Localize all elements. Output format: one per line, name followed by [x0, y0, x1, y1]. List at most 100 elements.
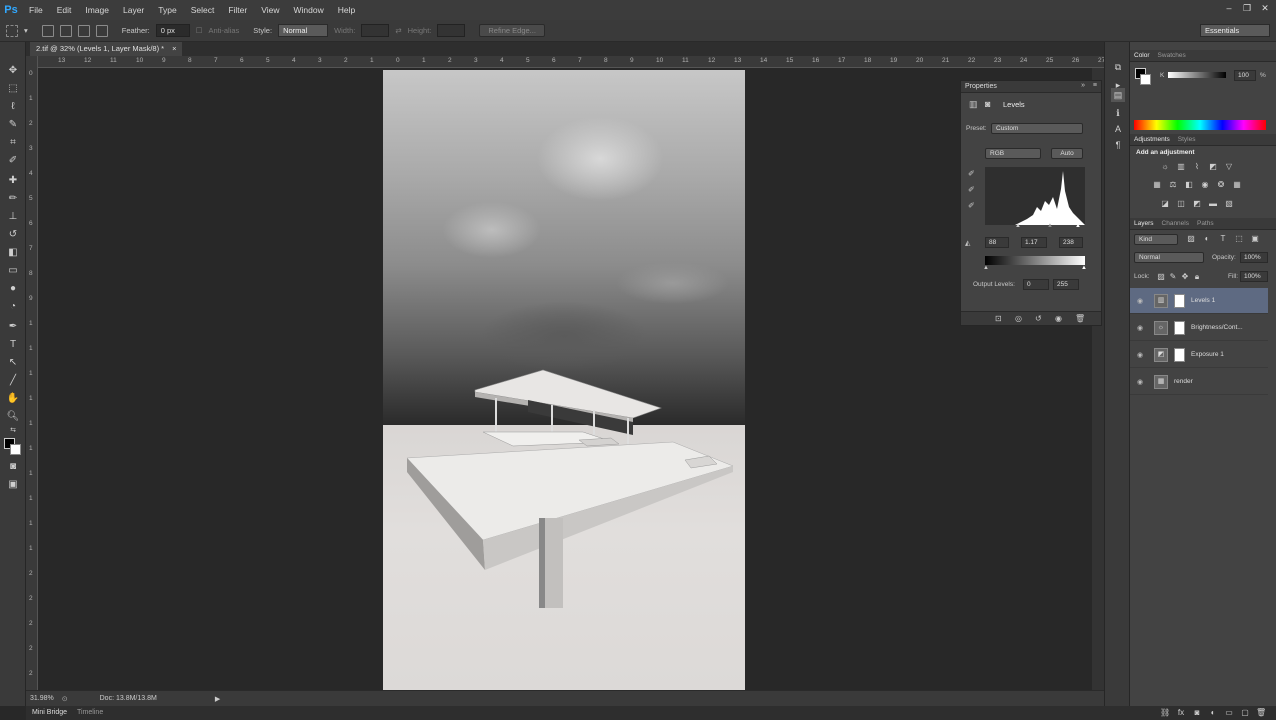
- lock-all-icon[interactable]: 🔒︎: [1192, 272, 1202, 282]
- tab-mini-bridge[interactable]: Mini Bridge: [32, 706, 67, 720]
- color-lookup-adj-icon[interactable]: ▦: [1232, 180, 1242, 190]
- info-panel-icon[interactable]: ℹ: [1111, 106, 1125, 120]
- height-input[interactable]: [437, 24, 466, 37]
- intersect-selection-icon[interactable]: [95, 24, 108, 37]
- reset-icon[interactable]: ↺: [1035, 314, 1042, 323]
- input-black-field[interactable]: 88: [985, 237, 1009, 248]
- layer-mask-thumb[interactable]: [1174, 293, 1185, 308]
- filter-type-icon[interactable]: T: [1218, 234, 1228, 244]
- new-selection-icon[interactable]: [41, 24, 54, 37]
- filter-smart-icon[interactable]: ▣: [1250, 234, 1260, 244]
- tab-timeline[interactable]: Timeline: [77, 706, 103, 720]
- eraser-tool-icon[interactable]: ◧: [5, 246, 21, 260]
- link-layers-icon[interactable]: ⛓: [1160, 708, 1170, 718]
- dodge-tool-icon[interactable]: ◔: [5, 300, 21, 314]
- clipping-icon[interactable]: ◭: [965, 239, 970, 247]
- hue-sat-adj-icon[interactable]: ▦: [1152, 180, 1162, 190]
- character-panel-icon[interactable]: A: [1111, 122, 1125, 136]
- curves-adj-icon[interactable]: ⌇: [1192, 162, 1202, 172]
- move-tool-icon[interactable]: ✥: [5, 64, 21, 78]
- output-black-field[interactable]: 0: [1023, 279, 1049, 290]
- swap-icon[interactable]: ⇄: [395, 26, 401, 35]
- photo-filter-adj-icon[interactable]: ◉: [1200, 180, 1210, 190]
- tab-styles[interactable]: Styles: [1178, 134, 1196, 145]
- subtract-selection-icon[interactable]: [77, 24, 90, 37]
- panel-collapse-icon[interactable]: »: [1081, 82, 1085, 89]
- clip-to-layer-icon[interactable]: ⊡: [995, 314, 1002, 323]
- view-previous-icon[interactable]: ◎: [1015, 314, 1022, 323]
- lock-position-icon[interactable]: ✥: [1180, 272, 1190, 282]
- new-group-icon[interactable]: ▭: [1224, 708, 1234, 718]
- channel-select[interactable]: RGB: [985, 148, 1041, 159]
- tab-paths[interactable]: Paths: [1197, 218, 1214, 229]
- threshold-adj-icon[interactable]: ◩: [1192, 199, 1202, 209]
- menu-help[interactable]: Help: [331, 0, 362, 20]
- crop-tool-icon[interactable]: ⌗: [5, 136, 21, 150]
- layer-mask-icon[interactable]: ◙: [985, 99, 990, 109]
- minimize-button[interactable]: –: [1222, 2, 1236, 14]
- preset-dropdown-icon[interactable]: ▾: [24, 26, 28, 35]
- antialias-checkbox[interactable]: ☐: [196, 26, 203, 35]
- layer-kind-filter[interactable]: Kind: [1134, 234, 1178, 245]
- quick-mask-icon[interactable]: ◙: [5, 460, 21, 474]
- eyedropper-tool-icon[interactable]: ✐: [5, 154, 21, 168]
- channel-mixer-adj-icon[interactable]: ❂: [1216, 180, 1226, 190]
- delete-layer-icon[interactable]: 🗑︎: [1256, 708, 1266, 718]
- screen-mode-icon[interactable]: ▣: [5, 478, 21, 492]
- width-input[interactable]: [361, 24, 390, 37]
- white-point-eyedropper-icon[interactable]: ✐: [968, 201, 975, 210]
- menu-filter[interactable]: Filter: [221, 0, 254, 20]
- blur-tool-icon[interactable]: ●: [5, 282, 21, 296]
- layer-row[interactable]: ◉ ▦ render: [1130, 369, 1268, 395]
- black-point-eyedropper-icon[interactable]: ✐: [968, 169, 975, 178]
- stamp-tool-icon[interactable]: ⊥: [5, 210, 21, 224]
- gradient-map-adj-icon[interactable]: ▬: [1208, 199, 1218, 209]
- bw-adj-icon[interactable]: ◧: [1184, 180, 1194, 190]
- menu-select[interactable]: Select: [184, 0, 222, 20]
- menu-edit[interactable]: Edit: [50, 0, 79, 20]
- document-tab[interactable]: 2.tif @ 32% (Levels 1, Layer Mask/8) * ×: [30, 42, 183, 56]
- background-color-swatch[interactable]: [10, 444, 21, 455]
- history-brush-icon[interactable]: ↺: [5, 228, 21, 242]
- menu-layer[interactable]: Layer: [116, 0, 151, 20]
- shape-tool-icon[interactable]: ╱: [5, 374, 21, 388]
- auto-button[interactable]: Auto: [1051, 148, 1083, 159]
- pen-tool-icon[interactable]: ✒: [5, 320, 21, 334]
- input-white-field[interactable]: 238: [1059, 237, 1083, 248]
- color-balance-adj-icon[interactable]: ⚖: [1168, 180, 1178, 190]
- output-black-slider-icon[interactable]: ▲: [983, 265, 989, 271]
- input-white-slider-icon[interactable]: ▲: [1075, 223, 1081, 229]
- levels-adj-icon[interactable]: ▥: [1176, 162, 1186, 172]
- panel-menu-icon[interactable]: ≡: [1093, 82, 1097, 89]
- marquee-tool-icon[interactable]: ⬚: [5, 82, 21, 96]
- color-bg-swatch[interactable]: [1140, 74, 1151, 85]
- filter-pixel-icon[interactable]: ▨: [1186, 234, 1196, 244]
- k-value-field[interactable]: 100: [1234, 70, 1256, 81]
- opacity-field[interactable]: 100%: [1240, 252, 1268, 263]
- layer-mask-thumb[interactable]: [1174, 320, 1185, 335]
- output-white-field[interactable]: 255: [1053, 279, 1079, 290]
- healing-tool-icon[interactable]: ✚: [5, 174, 21, 188]
- add-selection-icon[interactable]: [59, 24, 72, 37]
- input-gamma-field[interactable]: 1.17: [1021, 237, 1047, 248]
- new-layer-icon[interactable]: ▢: [1240, 708, 1250, 718]
- layer-visibility-eye-icon[interactable]: ◉: [1134, 378, 1146, 386]
- selective-color-adj-icon[interactable]: ▧: [1224, 199, 1234, 209]
- filter-shape-icon[interactable]: ⬚: [1234, 234, 1244, 244]
- workspace-select[interactable]: Essentials: [1200, 24, 1270, 37]
- tab-color[interactable]: Color: [1134, 50, 1150, 61]
- posterize-adj-icon[interactable]: ◫: [1176, 199, 1186, 209]
- type-tool-icon[interactable]: T: [5, 338, 21, 352]
- k-slider[interactable]: [1168, 72, 1226, 78]
- layer-row[interactable]: ◉ ☼ Brightness/Cont...: [1130, 315, 1268, 341]
- gradient-tool-icon[interactable]: ▭: [5, 264, 21, 278]
- vibrance-adj-icon[interactable]: ▽: [1224, 162, 1234, 172]
- layer-mask-thumb[interactable]: [1174, 347, 1185, 362]
- tab-layers[interactable]: Layers: [1134, 218, 1154, 229]
- input-gamma-slider-icon[interactable]: ▲: [1047, 223, 1053, 229]
- filter-adjustment-icon[interactable]: ◐: [1202, 234, 1212, 244]
- menu-type[interactable]: Type: [151, 0, 183, 20]
- style-select[interactable]: Normal: [278, 24, 329, 37]
- blend-mode-select[interactable]: Normal: [1134, 252, 1204, 263]
- exposure-adj-icon[interactable]: ◩: [1208, 162, 1218, 172]
